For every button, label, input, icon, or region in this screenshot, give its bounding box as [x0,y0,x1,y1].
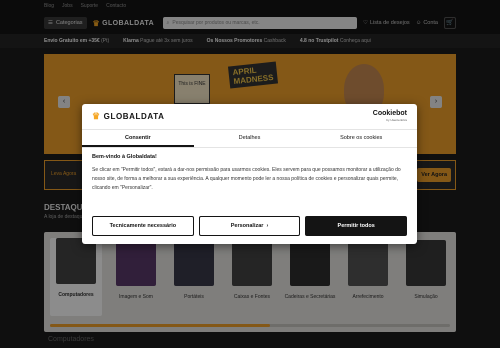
dialog-header: ♛ GLOBALDATA Cookiebot by Usercentrics [82,104,417,130]
customize-button[interactable]: Personalizar › [198,216,301,236]
dialog-logo: ♛ GLOBALDATA [92,111,165,121]
tab-details[interactable]: Detalhes [194,130,306,147]
cookiebot-logo[interactable]: Cookiebot by Usercentrics [373,110,407,123]
tab-consent[interactable]: Consentir [82,130,194,147]
dialog-text: Se clicar em "Permitir todos", estará a … [92,167,401,191]
tab-about-cookies[interactable]: Sobre os cookies [305,130,417,147]
allow-all-button[interactable]: Permitir todos [305,216,408,236]
chevron-right-icon: › [266,223,269,229]
necessary-only-button[interactable]: Tecnicamente necessário [92,216,194,236]
crown-icon: ♛ [92,111,101,121]
dialog-body: Bem-vindo à Globaldata! Se clicar em "Pe… [82,148,417,193]
dialog-heading: Bem-vindo à Globaldata! [92,154,157,160]
dialog-actions: Tecnicamente necessário Personalizar › Pe… [92,216,408,236]
dialog-tabs: Consentir Detalhes Sobre os cookies [82,130,417,148]
cookie-consent-dialog: ♛ GLOBALDATA Cookiebot by Usercentrics C… [82,104,417,244]
